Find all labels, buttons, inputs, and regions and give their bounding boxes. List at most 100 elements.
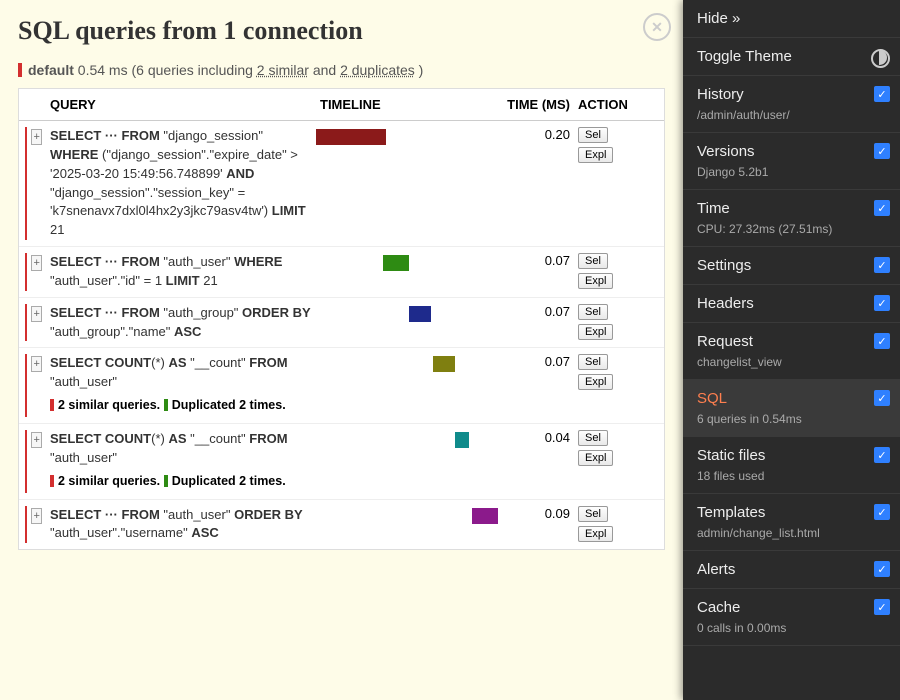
toolbar-item-title: Alerts bbox=[697, 561, 886, 578]
expl-button[interactable]: Expl bbox=[578, 526, 613, 542]
query-tag: 2 similar queries. bbox=[50, 472, 160, 490]
query-text: SELECT ··· FROM "auth_user" WHERE "auth_… bbox=[50, 254, 282, 288]
query-row: + SELECT ··· FROM "django_session" WHERE … bbox=[19, 121, 664, 247]
query-time: 0.07 bbox=[501, 247, 574, 297]
toolbar-item-checkbox[interactable]: ✓ bbox=[874, 561, 890, 577]
toggle-theme-button[interactable]: Toggle Theme bbox=[683, 38, 900, 76]
expand-button[interactable]: + bbox=[31, 129, 42, 145]
toolbar-item-title: Cache bbox=[697, 599, 886, 616]
query-text: SELECT ··· FROM "auth_group" ORDER BY "a… bbox=[50, 305, 311, 339]
similar-link[interactable]: 2 similar bbox=[257, 62, 309, 78]
expl-button[interactable]: Expl bbox=[578, 273, 613, 289]
query-tag: Duplicated 2 times. bbox=[164, 472, 286, 490]
toolbar-item-cache[interactable]: Cache 0 calls in 0.00ms ✓ bbox=[683, 589, 900, 646]
toolbar-item-checkbox[interactable]: ✓ bbox=[874, 257, 890, 273]
toolbar-item-checkbox[interactable]: ✓ bbox=[874, 143, 890, 159]
expand-button[interactable]: + bbox=[31, 356, 42, 372]
expl-button[interactable]: Expl bbox=[578, 450, 613, 466]
timeline-bar bbox=[455, 432, 469, 448]
toolbar-item-subtitle: CPU: 27.32ms (27.51ms) bbox=[697, 222, 886, 236]
toolbar-item-checkbox[interactable]: ✓ bbox=[874, 200, 890, 216]
debug-toolbar: Hide » Toggle Theme History/admin/auth/u… bbox=[683, 0, 900, 700]
expl-button[interactable]: Expl bbox=[578, 374, 613, 390]
toolbar-item-title: Time bbox=[697, 200, 886, 217]
toolbar-item-checkbox[interactable]: ✓ bbox=[874, 295, 890, 311]
query-text: SELECT ··· FROM "auth_user" ORDER BY "au… bbox=[50, 507, 303, 541]
query-time: 0.07 bbox=[501, 298, 574, 348]
col-action: ACTION bbox=[574, 89, 644, 120]
toolbar-item-time[interactable]: Time CPU: 27.32ms (27.51ms) ✓ bbox=[683, 190, 900, 247]
toolbar-item-subtitle: Django 5.2b1 bbox=[697, 165, 886, 179]
db-color-bar bbox=[25, 253, 27, 291]
queries-table: QUERY TIMELINE TIME (MS) ACTION + SELECT … bbox=[18, 88, 665, 550]
sel-button[interactable]: Sel bbox=[578, 253, 608, 269]
panel-title: SQL queries from 1 connection bbox=[18, 16, 665, 46]
duplicates-link[interactable]: 2 duplicates bbox=[340, 62, 415, 78]
toolbar-item-request[interactable]: Request changelist_view ✓ bbox=[683, 323, 900, 380]
query-time: 0.20 bbox=[501, 121, 574, 246]
db-color-bar bbox=[25, 430, 27, 493]
theme-icon bbox=[871, 49, 890, 68]
toolbar-item-subtitle: 0 calls in 0.00ms bbox=[697, 621, 886, 635]
db-color-bar bbox=[25, 304, 27, 342]
toolbar-item-title: History bbox=[697, 86, 886, 103]
timeline-bar bbox=[472, 508, 498, 524]
toolbar-item-title: Versions bbox=[697, 143, 886, 160]
toolbar-item-title: Settings bbox=[697, 257, 886, 274]
query-text: SELECT COUNT(*) AS "__count" FROM "auth_… bbox=[50, 431, 288, 465]
sel-button[interactable]: Sel bbox=[578, 354, 608, 370]
col-query: QUERY bbox=[46, 89, 316, 120]
close-button[interactable]: ✕ bbox=[643, 13, 671, 41]
toolbar-item-sql[interactable]: SQL6 queries in 0.54ms✓ bbox=[683, 380, 900, 437]
toolbar-item-headers[interactable]: Headers✓ bbox=[683, 285, 900, 323]
sel-button[interactable]: Sel bbox=[578, 430, 608, 446]
panel-summary: default 0.54 ms (6 queries including 2 s… bbox=[0, 62, 683, 88]
toolbar-item-checkbox[interactable]: ✓ bbox=[874, 447, 890, 463]
query-row: + SELECT COUNT(*) AS "__count" FROM "auth… bbox=[19, 424, 664, 500]
query-row: + SELECT COUNT(*) AS "__count" FROM "auth… bbox=[19, 348, 664, 424]
toolbar-item-templates[interactable]: Templates admin/change_list.html ✓ bbox=[683, 494, 900, 551]
expand-button[interactable]: + bbox=[31, 306, 42, 322]
toolbar-item-settings[interactable]: Settings✓ bbox=[683, 247, 900, 285]
query-row: + SELECT ··· FROM "auth_user" ORDER BY "a… bbox=[19, 500, 664, 550]
toolbar-item-history[interactable]: History/admin/auth/user/✓ bbox=[683, 76, 900, 133]
toolbar-item-subtitle: admin/change_list.html bbox=[697, 526, 886, 540]
expand-button[interactable]: + bbox=[31, 255, 42, 271]
toolbar-item-checkbox[interactable]: ✓ bbox=[874, 390, 890, 406]
sel-button[interactable]: Sel bbox=[578, 304, 608, 320]
query-row: + SELECT ··· FROM "auth_group" ORDER BY "… bbox=[19, 298, 664, 349]
expl-button[interactable]: Expl bbox=[578, 324, 613, 340]
query-tag: 2 similar queries. bbox=[50, 396, 160, 414]
toolbar-item-title: Headers bbox=[697, 295, 886, 312]
query-text: SELECT COUNT(*) AS "__count" FROM "auth_… bbox=[50, 355, 288, 389]
hide-toolbar-button[interactable]: Hide » bbox=[683, 0, 900, 38]
col-time: TIME (MS) bbox=[501, 89, 574, 120]
toolbar-item-title: Templates bbox=[697, 504, 886, 521]
toolbar-item-checkbox[interactable]: ✓ bbox=[874, 504, 890, 520]
expl-button[interactable]: Expl bbox=[578, 147, 613, 163]
toolbar-item-subtitle: changelist_view bbox=[697, 355, 886, 369]
timeline-bar bbox=[433, 356, 455, 372]
toolbar-item-versions[interactable]: Versions Django 5.2b1 ✓ bbox=[683, 133, 900, 190]
expand-button[interactable]: + bbox=[31, 508, 42, 524]
col-timeline: TIMELINE bbox=[316, 89, 501, 120]
sel-button[interactable]: Sel bbox=[578, 506, 608, 522]
toolbar-item-checkbox[interactable]: ✓ bbox=[874, 599, 890, 615]
db-color-bar bbox=[25, 506, 27, 544]
db-color-bar bbox=[25, 127, 27, 240]
timeline-bar bbox=[383, 255, 409, 271]
toolbar-item-alerts[interactable]: Alerts✓ bbox=[683, 551, 900, 589]
db-color-bar bbox=[18, 63, 22, 77]
toolbar-item-checkbox[interactable]: ✓ bbox=[874, 333, 890, 349]
sel-button[interactable]: Sel bbox=[578, 127, 608, 143]
toolbar-item-checkbox[interactable]: ✓ bbox=[874, 86, 890, 102]
query-time: 0.07 bbox=[501, 348, 574, 423]
expand-button[interactable]: + bbox=[31, 432, 42, 448]
timeline-bar bbox=[409, 306, 431, 322]
query-time: 0.04 bbox=[501, 424, 574, 499]
toolbar-item-title: Request bbox=[697, 333, 886, 350]
timeline-bar bbox=[316, 129, 386, 145]
toolbar-item-static-files[interactable]: Static files18 files used✓ bbox=[683, 437, 900, 494]
toolbar-item-subtitle: 18 files used bbox=[697, 469, 886, 483]
query-text: SELECT ··· FROM "django_session" WHERE (… bbox=[50, 128, 306, 237]
